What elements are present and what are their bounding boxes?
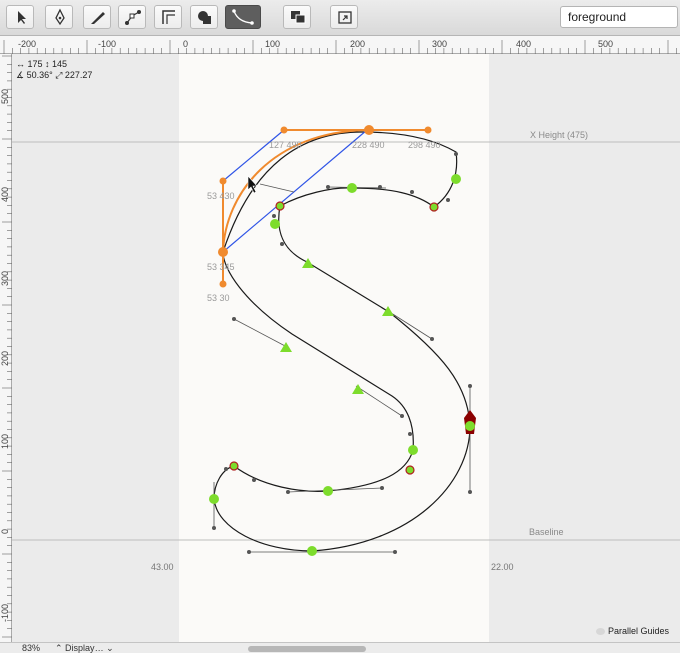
offcurve-points[interactable] (212, 152, 472, 554)
point-coordinate-label: 53 30 (207, 293, 230, 303)
left-sidebearing[interactable]: 43.00 (151, 562, 174, 572)
orange-handle-point[interactable] (219, 280, 227, 288)
orange-node[interactable] (218, 247, 228, 257)
ruler-label: 300 (0, 270, 10, 286)
ruler-label: 200 (350, 39, 366, 49)
ruler-ticks (2, 55, 12, 638)
glyph-drawing[interactable] (12, 54, 680, 642)
curve-tool-button[interactable] (225, 5, 261, 29)
right-sidebearing[interactable]: 22.00 (491, 562, 514, 572)
glyph-canvas[interactable]: ↔ 175 ↕ 145 ∡ 50.36° ⤢ 227.27 X Height (… (12, 54, 680, 642)
ruler-label: 0 (183, 39, 189, 49)
layer-select[interactable]: foreground (560, 6, 678, 28)
ruler-label: 100 (0, 433, 10, 449)
point-coordinate-label: 127 490 (269, 140, 302, 150)
shapes-icon (198, 11, 211, 24)
rotate-tool-button[interactable] (330, 5, 358, 29)
point-coordinate-label: 228 490 (352, 140, 385, 150)
ruler-label: 400 (516, 39, 532, 49)
arrow-cursor-icon (18, 11, 26, 24)
toggle-indicator[interactable] (596, 628, 605, 636)
toolbar: foreground (0, 0, 680, 36)
orange-handle-point[interactable] (219, 177, 227, 185)
point-coordinate-label: 53 345 (207, 262, 235, 272)
node-edit-icon (125, 10, 141, 25)
ruler-label: 0 (0, 528, 10, 534)
orange-handle-point[interactable] (424, 126, 432, 134)
knife-icon (91, 12, 105, 24)
node-tool-button[interactable] (118, 5, 146, 29)
knife-tool-button[interactable] (83, 5, 111, 29)
pen-nib-icon (55, 8, 65, 26)
orange-node[interactable] (364, 125, 374, 135)
overlap-tool-button[interactable] (283, 5, 311, 29)
vertical-ruler: 500 400 300 200 100 0 -100 (0, 54, 12, 642)
handle-lines (213, 183, 471, 553)
corner-points[interactable] (229, 201, 439, 475)
select-tool-button[interactable] (6, 5, 34, 29)
zoom-level[interactable]: 83% (22, 643, 40, 653)
ruler-label: 300 (432, 39, 448, 49)
ruler-label: -200 (18, 39, 37, 49)
horizontal-scrollbar[interactable] (248, 646, 366, 652)
display-mode-label: Display (65, 643, 95, 653)
ruler-label: 100 (265, 39, 281, 49)
start-point[interactable] (465, 421, 475, 431)
point-coordinate-label: 53 430 (207, 191, 235, 201)
corner-tool-button[interactable] (154, 5, 182, 29)
ruler-label: 400 (0, 186, 10, 202)
curve-icon (232, 9, 254, 25)
horizontal-ruler: -200 -100 0 100 200 300 400 500 (0, 36, 680, 54)
rotate-icon (338, 11, 352, 24)
orange-handle-point[interactable] (280, 126, 288, 134)
parallel-guides-toggle[interactable]: Parallel Guides (596, 626, 669, 636)
baseline-label: Baseline (529, 527, 564, 537)
overlap-squares-icon (291, 11, 306, 24)
ruler-label: 500 (598, 39, 614, 49)
shapes-tool-button[interactable] (190, 5, 218, 29)
ruler-label: -100 (98, 39, 117, 49)
status-bar: 83% ⌃ Display… ⌄ (0, 642, 680, 653)
glyph-outline[interactable] (213, 131, 471, 552)
pen-tool-button[interactable] (45, 5, 73, 29)
xheight-label: X Height (475) (530, 130, 589, 140)
display-mode-select[interactable]: ⌃ Display… ⌄ (55, 643, 114, 653)
parallel-guides-label: Parallel Guides (608, 626, 670, 636)
ruler-label: 200 (0, 350, 10, 366)
parallel-line[interactable] (222, 129, 285, 182)
point-coordinate-label: 298 490 (408, 140, 441, 150)
corner-icon (162, 10, 175, 24)
ruler-label: -100 (0, 603, 10, 622)
ruler-label: 500 (0, 88, 10, 104)
tangent-points[interactable] (280, 258, 394, 394)
